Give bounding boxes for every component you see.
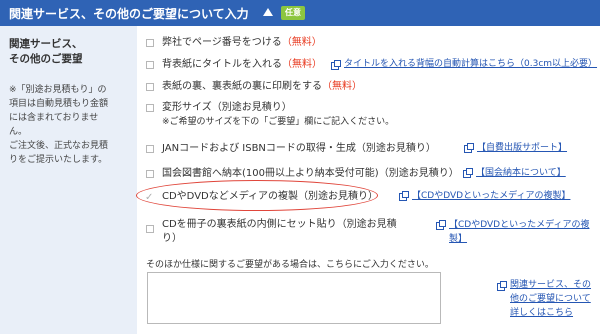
spine-title-checkbox[interactable] <box>146 61 154 69</box>
inside-cover-print-checkbox[interactable] <box>146 83 154 91</box>
national-deposit-link[interactable]: 【国会納本について】 <box>476 166 566 180</box>
requests-label: そのほか仕様に関するご要望がある場合は、こちらにご入力ください。 <box>146 260 434 270</box>
spine-width-calc-link[interactable]: タイトルを入れる背幅の自動計算はこちら（0.3cm以上必要） <box>344 57 597 71</box>
cd-attach-checkbox[interactable] <box>146 225 154 233</box>
option-label: JANコードおよび ISBNコードの取得・生成（別途お見積り） <box>162 143 436 154</box>
custom-size-note: ※ご希望のサイズを下の「ご要望」欄にご記入ください。 <box>162 117 395 127</box>
option-label: 表紙の裏、裏表紙の裏に印刷をする（無料） <box>162 81 362 92</box>
external-link-icon <box>399 191 409 201</box>
option-label: CDやDVDなどメディアの複製（別途お見積り） <box>162 191 379 202</box>
external-link-icon <box>464 143 474 153</box>
media-duplication-link[interactable]: 【CDやDVDといったメディアの複製】 <box>412 189 570 203</box>
external-link-icon <box>463 168 473 178</box>
external-link-icon <box>331 60 341 70</box>
page-number-checkbox[interactable] <box>146 39 154 47</box>
sidebar-note: ※「別途お見積もり」の 項目は自動見積もり金額 には含まれておりませ ん。 ご注… <box>9 85 109 165</box>
option-label: 変形サイズ（別途お見積り） <box>162 102 292 113</box>
check-icon[interactable]: ✓ <box>145 192 153 203</box>
option-label: 弊社でページ番号をつける（無料） <box>162 37 322 48</box>
option-label: CDを冊子の裏表紙の内側にセット貼り（別途お見積 り） <box>162 219 397 244</box>
option-label: 国会図書館へ納本(100冊以上より納本受付可能)（別途お見積り） <box>162 168 459 179</box>
media-duplication-link-2[interactable]: 【CDやDVDといったメディアの複 製】 <box>449 218 589 246</box>
option-label: 背表紙にタイトルを入れる（無料） <box>162 59 322 70</box>
national-library-deposit-checkbox[interactable] <box>146 170 154 178</box>
jan-isbn-checkbox[interactable] <box>146 145 154 153</box>
self-publishing-support-link[interactable]: 【自費出版サポート】 <box>477 141 567 155</box>
collapse-arrow-icon[interactable] <box>263 8 273 16</box>
requests-textarea[interactable] <box>147 272 441 324</box>
external-link-icon <box>436 220 446 230</box>
optional-badge: 任意 <box>281 6 305 20</box>
custom-size-checkbox[interactable] <box>146 104 154 112</box>
sidebar-title: 関連サービス、 その他のご要望 <box>9 38 83 65</box>
sidebar: 関連サービス、 その他のご要望 ※「別途お見積もり」の 項目は自動見積もり金額 … <box>0 26 137 334</box>
external-link-icon <box>497 281 507 291</box>
section-header[interactable]: 関連サービス、その他のご要望について入力 任意 <box>0 0 600 26</box>
related-services-details-link[interactable]: 関連サービス、その 他のご要望について 詳しくはこちら <box>510 278 596 320</box>
section-title: 関連サービス、その他のご要望について入力 <box>9 7 249 21</box>
